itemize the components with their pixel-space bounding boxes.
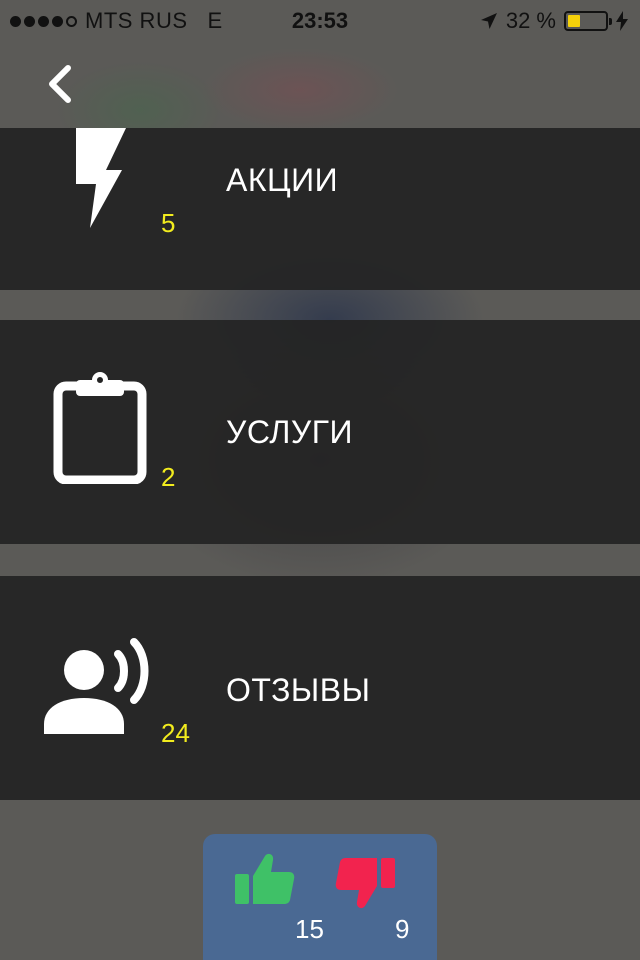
- menu-item-count: 2: [161, 462, 176, 492]
- speaking-person-icon: [44, 638, 149, 734]
- battery-icon: [564, 11, 612, 31]
- location-arrow-icon: [480, 13, 497, 29]
- thumbs-down-icon: [335, 858, 395, 909]
- menu-item-count: 24: [161, 718, 190, 748]
- menu-item-promotions[interactable]: АКЦИИ 5: [0, 128, 640, 290]
- menu-item-label: ОТЗЫВЫ: [226, 672, 371, 708]
- charging-bolt-icon: [616, 11, 628, 31]
- back-button[interactable]: [36, 62, 84, 110]
- like-count: 15: [295, 914, 324, 944]
- menu-item-label: УСЛУГИ: [226, 414, 354, 450]
- dislike-button[interactable]: [335, 856, 395, 915]
- menu-item-services[interactable]: УСЛУГИ 2: [0, 320, 640, 544]
- like-button[interactable]: [235, 852, 295, 911]
- battery-level: [568, 15, 580, 27]
- status-bar: MTS RUS E 23:53 32 %: [0, 0, 640, 40]
- menu-item-label: АКЦИИ: [226, 162, 339, 198]
- rating-panel: 15 9: [203, 834, 437, 960]
- menu-item-reviews[interactable]: ОТЗЫВЫ 24: [0, 576, 640, 800]
- menu-item-count: 5: [161, 208, 176, 238]
- clipboard-icon: [53, 372, 147, 484]
- chevron-left-icon: [49, 65, 71, 103]
- lightning-icon: [76, 128, 126, 228]
- battery-tip: [609, 18, 612, 25]
- status-right: 32 %: [480, 8, 628, 34]
- thumbs-up-icon: [235, 853, 295, 904]
- dislike-count: 9: [395, 914, 410, 944]
- battery-percent: 32 %: [505, 8, 556, 33]
